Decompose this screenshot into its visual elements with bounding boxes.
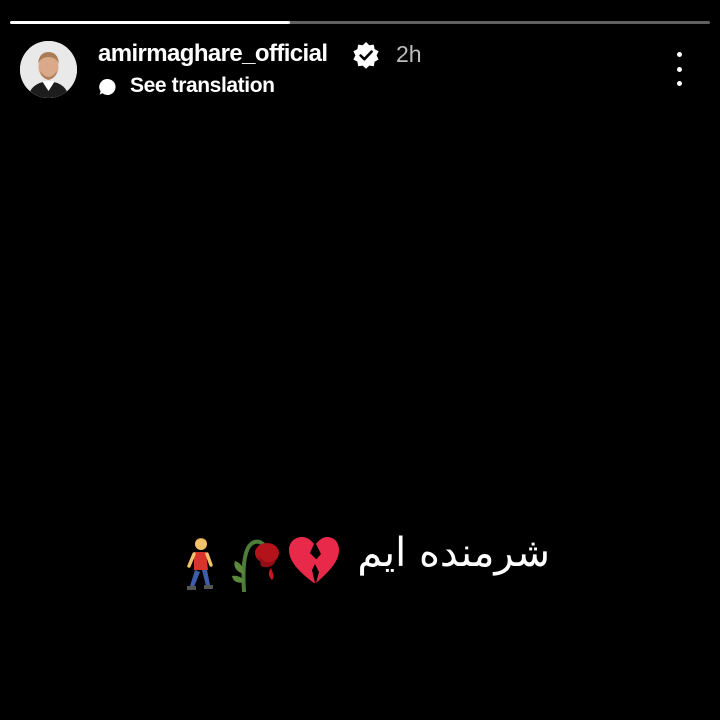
more-options-icon[interactable] [664, 52, 694, 86]
avatar[interactable] [20, 41, 77, 98]
username[interactable]: amirmaghare_official [98, 40, 328, 68]
verified-badge-icon [352, 41, 380, 69]
story-header: amirmaghare_official 2h See translation [0, 0, 720, 110]
see-translation-link[interactable]: See translation [130, 74, 275, 98]
caption-text: شرمنده ایم [357, 530, 550, 576]
story-caption: شرمنده ایم [180, 530, 560, 600]
translate-icon[interactable] [98, 77, 118, 97]
time-ago: 2h [396, 41, 422, 67]
broken-heart-icon [288, 536, 340, 591]
walking-man-icon [180, 536, 218, 597]
wilted-rose-icon [230, 536, 282, 597]
